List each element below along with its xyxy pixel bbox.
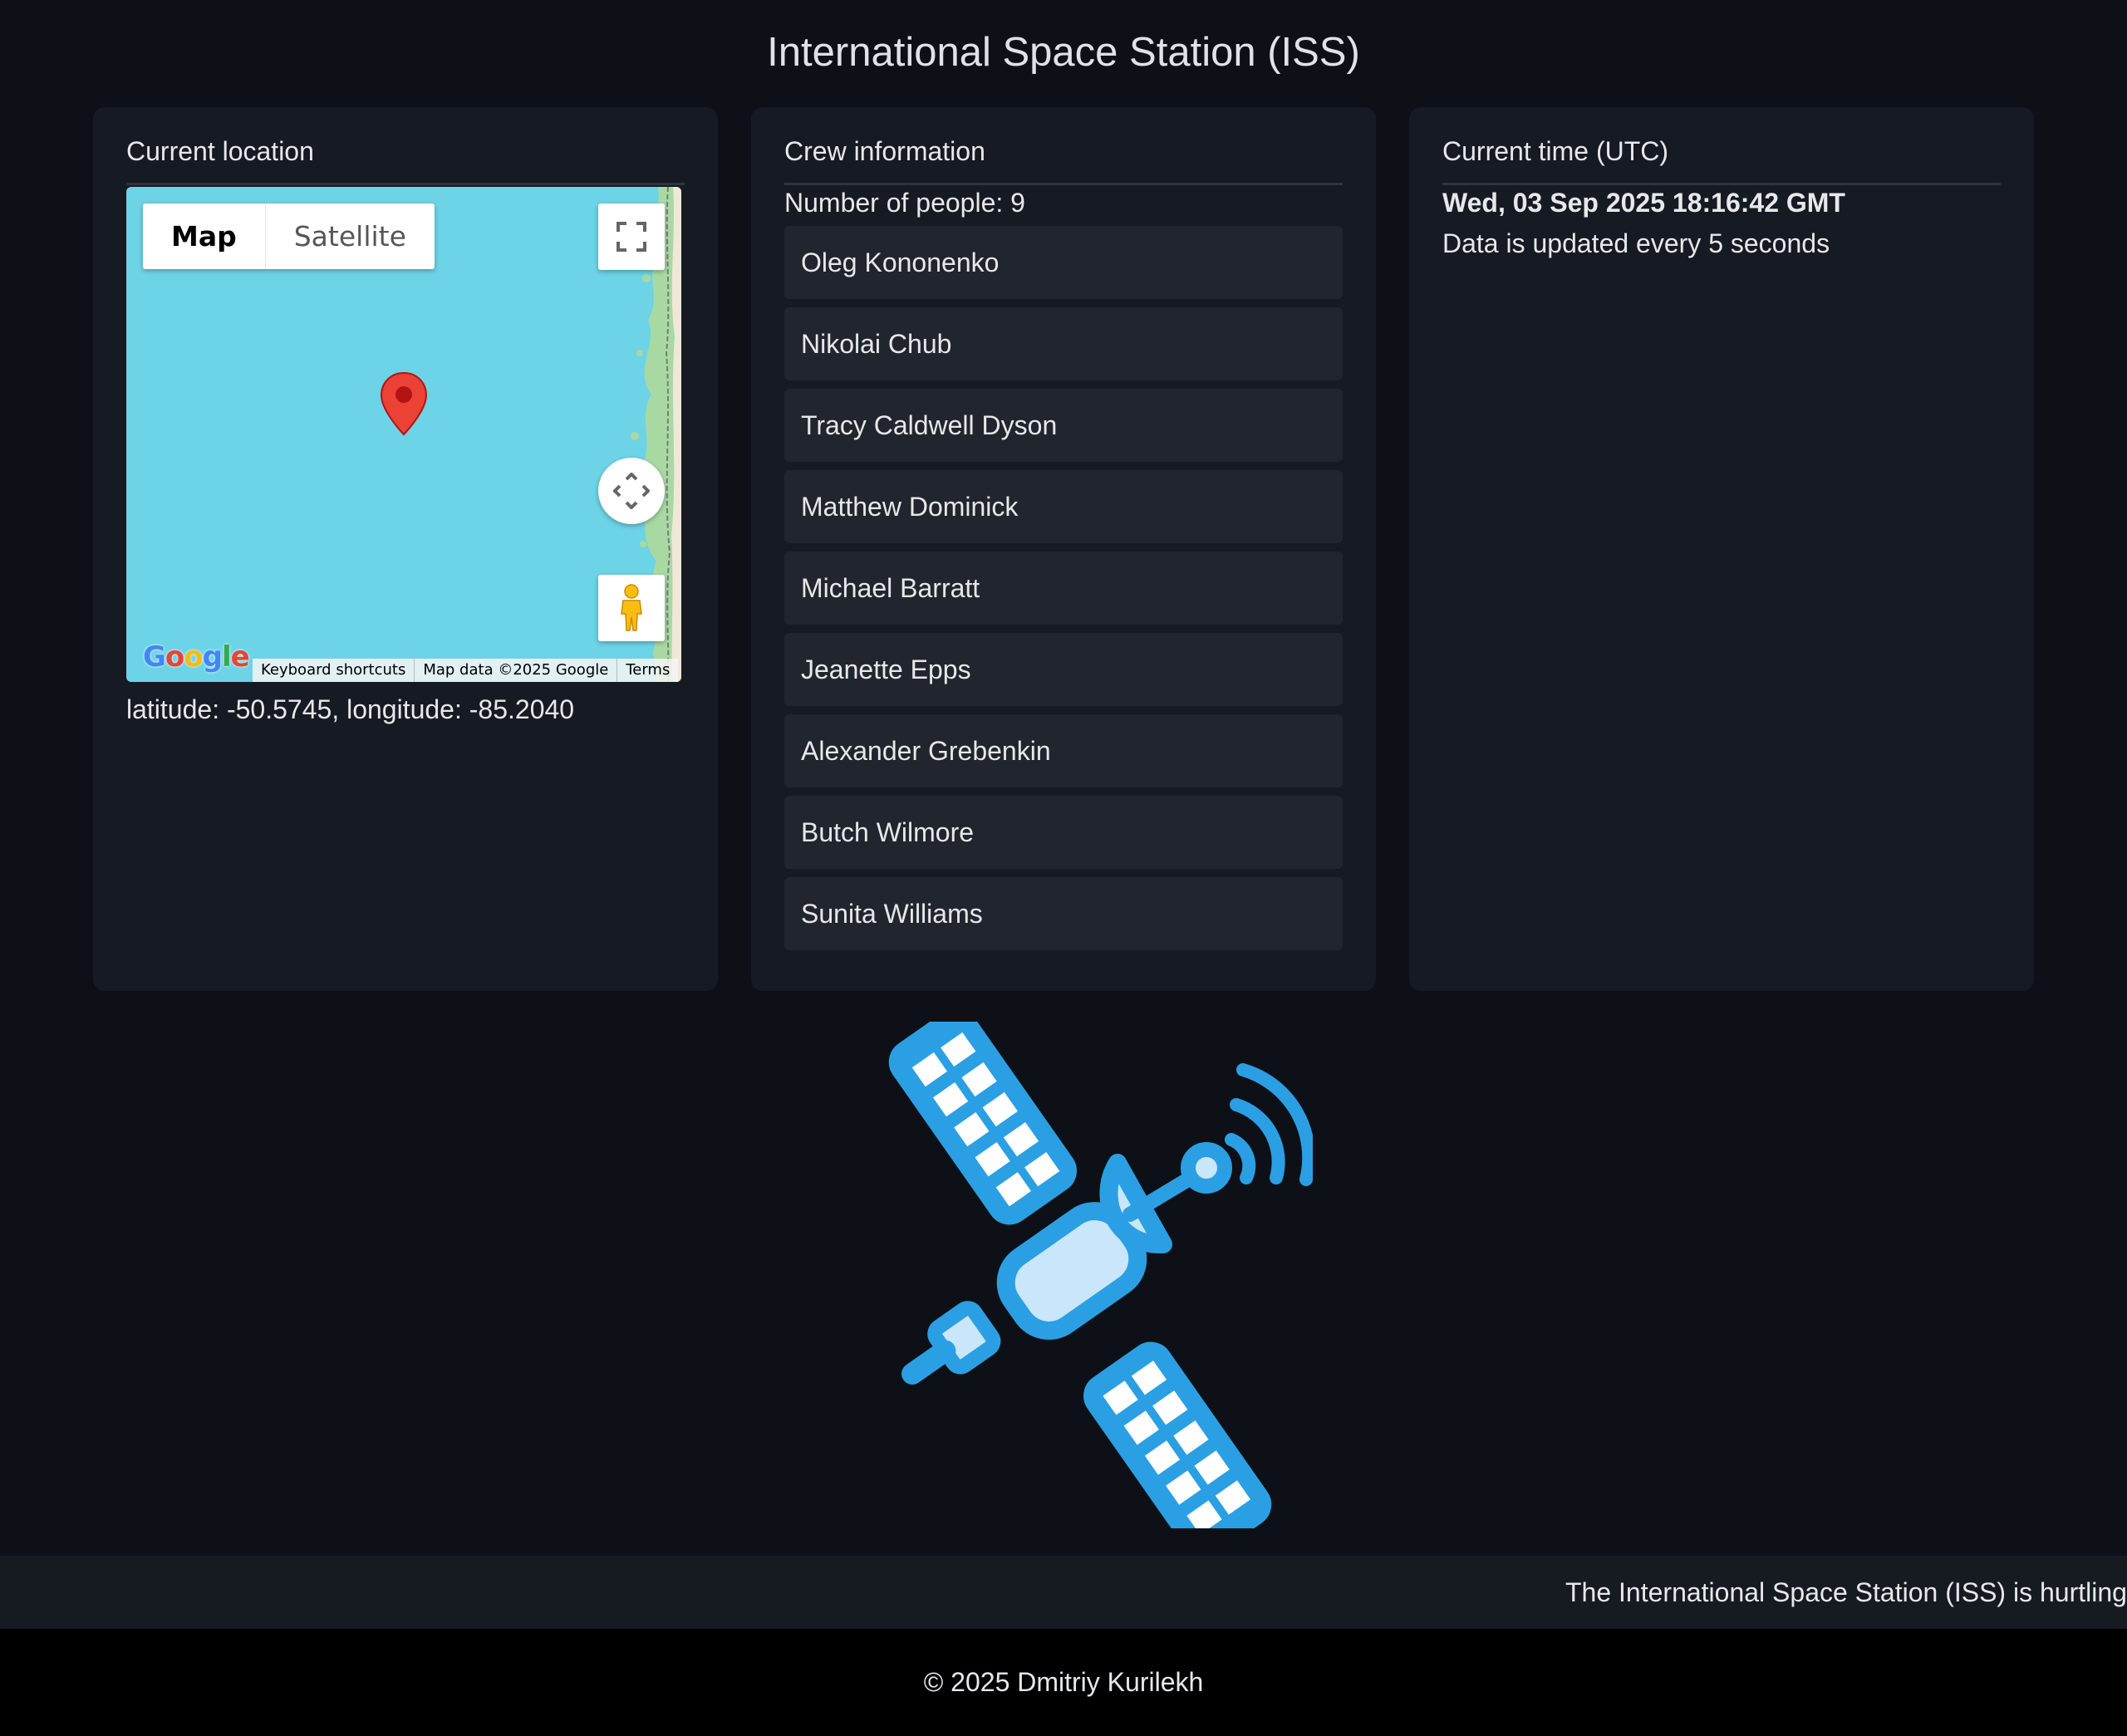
time-heading: Current time (UTC) [1442,136,2001,185]
crew-count: Number of people: 9 [784,188,1025,218]
pegman-icon [621,584,642,631]
keyboard-shortcuts-link[interactable]: Keyboard shortcuts [253,659,414,682]
map-type-control: Map Satellite [143,204,435,269]
ticker-text: The International Space Station (ISS) is… [1565,1577,2127,1607]
crew-member: Jeanette Epps [784,633,1343,706]
location-card: Current location Map Satellite Google Ke… [93,107,718,991]
crew-list: Oleg Kononenko Nikolai Chub Tracy Caldwe… [784,226,1343,959]
map-type-map-button[interactable]: Map [143,204,266,269]
crew-heading: Crew information [784,136,1343,185]
copyright-text: © 2025 Dmitriy Kurilekh [923,1667,1204,1697]
map-view[interactable]: Map Satellite Google Keyboard shortcuts … [126,187,681,682]
update-note: Data is updated every 5 seconds [1442,228,1830,258]
crew-card: Crew information Number of people: 9 Ole… [751,107,1376,991]
crew-member: Nikolai Chub [784,307,1343,380]
coordinates-text: latitude: -50.5745, longitude: -85.2040 [126,694,575,724]
news-ticker: The International Space Station (ISS) is… [0,1556,2127,1629]
crew-member: Alexander Grebenkin [784,714,1343,787]
crew-member: Oleg Kononenko [784,226,1343,299]
google-logo: Google [143,640,250,674]
location-marker-icon [380,371,428,436]
crew-member: Matthew Dominick [784,470,1343,543]
map-footer: Keyboard shortcuts Map data ©2025 Google… [253,659,679,682]
crew-member: Butch Wilmore [784,796,1343,869]
street-view-button[interactable] [598,575,665,641]
pan-control-button[interactable] [598,458,665,524]
crew-member: Tracy Caldwell Dyson [784,389,1343,462]
crew-member: Sunita Williams [784,877,1343,950]
time-card: Current time (UTC) Wed, 03 Sep 2025 18:1… [1409,107,2034,991]
fullscreen-button[interactable] [598,204,665,270]
satellite-icon [888,1022,1313,1528]
map-data-attribution: Map data ©2025 Google [414,659,616,682]
map-type-satellite-button[interactable]: Satellite [266,204,435,269]
page-footer: © 2025 Dmitriy Kurilekh [0,1629,2127,1736]
page-title: International Space Station (ISS) [767,30,1360,75]
pan-control-icon [613,473,650,509]
current-time: Wed, 03 Sep 2025 18:16:42 GMT [1442,188,1845,218]
fullscreen-icon [616,222,646,252]
crew-member: Michael Barratt [784,552,1343,625]
location-heading: Current location [126,136,685,185]
terms-link[interactable]: Terms [616,659,678,682]
